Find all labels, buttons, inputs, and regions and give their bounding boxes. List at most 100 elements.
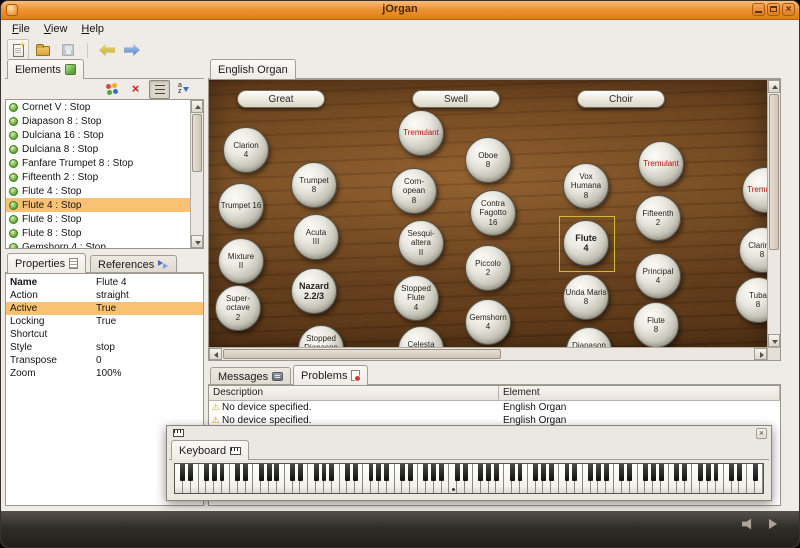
piano-black-key[interactable] — [533, 464, 538, 481]
property-row[interactable]: ActiveTrue — [6, 302, 203, 315]
stop-knob[interactable]: Diapason8 — [566, 327, 612, 347]
stop-knob[interactable]: Piccolo2 — [465, 245, 511, 291]
piano-black-key[interactable] — [220, 464, 225, 481]
stop-knob[interactable]: Clarion4 — [223, 127, 269, 173]
piano-black-key[interactable] — [698, 464, 703, 481]
stop-knob[interactable]: Flute4 — [563, 220, 609, 266]
piano-black-key[interactable] — [204, 464, 209, 481]
stop-knob[interactable]: Principal4 — [635, 253, 681, 299]
tab-problems[interactable]: Problems — [293, 365, 368, 385]
piano-black-key[interactable] — [682, 464, 687, 481]
piano-black-key[interactable] — [643, 464, 648, 481]
list-item[interactable]: Dulciana 16 : Stop — [6, 128, 190, 142]
piano-black-key[interactable] — [274, 464, 279, 481]
piano-black-key[interactable] — [408, 464, 413, 481]
problem-row[interactable]: ⚠No device specified.English Organ — [209, 401, 780, 414]
open-button[interactable] — [32, 39, 54, 61]
piano-black-key[interactable] — [627, 464, 632, 481]
stop-knob[interactable]: Flute8 — [633, 302, 679, 347]
piano-black-key[interactable] — [510, 464, 515, 481]
piano-black-key[interactable] — [549, 464, 554, 481]
piano-black-key[interactable] — [674, 464, 679, 481]
piano-black-key[interactable] — [259, 464, 264, 481]
piano-black-key[interactable] — [439, 464, 444, 481]
column-description[interactable]: Description — [209, 386, 499, 401]
play-icon[interactable] — [769, 519, 777, 529]
organ-horizontal-scrollbar[interactable] — [209, 347, 767, 360]
piano-black-key[interactable] — [235, 464, 240, 481]
piano-black-key[interactable] — [737, 464, 742, 481]
piano-black-key[interactable] — [455, 464, 460, 481]
division-choir[interactable]: Choir — [577, 90, 665, 108]
piano-black-key[interactable] — [298, 464, 303, 481]
scrollbar-thumb[interactable] — [192, 114, 202, 172]
stop-knob[interactable]: Unda Maris8 — [563, 274, 609, 320]
piano-black-key[interactable] — [753, 464, 758, 481]
keyboard-window[interactable]: × Keyboard — [166, 425, 772, 501]
piano-black-key[interactable] — [423, 464, 428, 481]
stop-knob[interactable]: Trumpet8 — [291, 162, 337, 208]
elements-scrollbar[interactable] — [190, 100, 203, 248]
add-element-button[interactable] — [101, 80, 122, 99]
stop-knob[interactable]: AcutaIII — [293, 214, 339, 260]
property-row[interactable]: Zoom100% — [6, 367, 203, 380]
list-item[interactable]: Gemshorn 4 : Stop — [6, 240, 190, 248]
stop-knob[interactable]: Sesqui-alteraII — [398, 220, 444, 266]
piano-black-key[interactable] — [267, 464, 272, 481]
piano-black-key[interactable] — [714, 464, 719, 481]
piano-black-key[interactable] — [541, 464, 546, 481]
piano-black-key[interactable] — [463, 464, 468, 481]
new-button[interactable] — [7, 39, 29, 61]
delete-element-button[interactable]: × — [125, 80, 146, 99]
piano-black-key[interactable] — [494, 464, 499, 481]
property-row[interactable]: LockingTrue — [6, 315, 203, 328]
piano-black-key[interactable] — [604, 464, 609, 481]
stop-knob[interactable]: Oboe8 — [465, 137, 511, 183]
sort-button[interactable] — [173, 80, 194, 99]
list-item[interactable]: Fanfare Trumpet 8 : Stop — [6, 156, 190, 170]
piano-black-key[interactable] — [478, 464, 483, 481]
stop-knob[interactable]: StoppedDiapason8 — [298, 325, 344, 347]
piano-black-key[interactable] — [290, 464, 295, 481]
menu-file[interactable]: File — [5, 21, 37, 37]
division-great[interactable]: Great — [237, 90, 325, 108]
property-row[interactable]: NameFlute 4 — [6, 276, 203, 289]
piano-black-key[interactable] — [369, 464, 374, 481]
column-element[interactable]: Element — [499, 386, 780, 401]
piano-black-key[interactable] — [353, 464, 358, 481]
menu-view[interactable]: View — [37, 21, 75, 37]
list-item[interactable]: Cornet V : Stop — [6, 100, 190, 114]
scroll-up-button[interactable] — [768, 80, 780, 93]
scroll-down-button[interactable] — [191, 235, 203, 248]
list-item[interactable]: Fifteenth 2 : Stop — [6, 170, 190, 184]
save-button[interactable] — [57, 39, 79, 61]
property-row[interactable]: Shortcut — [6, 328, 203, 341]
piano-black-key[interactable] — [651, 464, 656, 481]
property-row[interactable]: Stylestop — [6, 341, 203, 354]
tab-elements[interactable]: Elements — [7, 59, 84, 79]
piano-black-key[interactable] — [243, 464, 248, 481]
stop-knob[interactable]: Corn-opean8 — [391, 168, 437, 214]
piano-black-key[interactable] — [486, 464, 491, 481]
maximize-button[interactable] — [767, 3, 780, 16]
division-swell[interactable]: Swell — [412, 90, 500, 108]
scroll-left-button[interactable] — [209, 348, 222, 360]
list-view-button[interactable] — [149, 80, 170, 99]
stop-knob[interactable]: ContraFagotto16 — [470, 190, 516, 236]
stop-knob[interactable]: Tuba8 — [735, 277, 767, 323]
stop-knob[interactable]: Tremulant — [398, 110, 444, 156]
stop-knob[interactable]: Nazard2.2/3 — [291, 268, 337, 314]
speaker-icon[interactable] — [742, 518, 755, 530]
forward-button[interactable] — [121, 39, 143, 61]
menu-help[interactable]: Help — [74, 21, 111, 37]
piano-black-key[interactable] — [431, 464, 436, 481]
stop-knob[interactable]: Super-octave2 — [215, 285, 261, 331]
back-button[interactable] — [96, 39, 118, 61]
piano-black-key[interactable] — [345, 464, 350, 481]
minimize-button[interactable] — [752, 3, 765, 16]
piano-black-key[interactable] — [212, 464, 217, 481]
list-item[interactable]: Dulciana 8 : Stop — [6, 142, 190, 156]
list-item[interactable]: Flute 4 : Stop — [6, 198, 190, 212]
piano-black-key[interactable] — [706, 464, 711, 481]
piano-black-key[interactable] — [322, 464, 327, 481]
